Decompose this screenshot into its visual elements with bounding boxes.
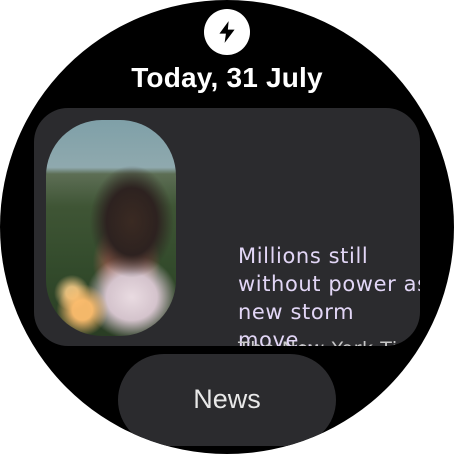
date-title: Today, 31 July: [131, 62, 323, 93]
news-button[interactable]: News: [118, 354, 336, 446]
news-card[interactable]: Millions still without power as new stor…: [34, 108, 420, 346]
watch-screen: Today, 31 July Millions still without po…: [0, 0, 454, 454]
app-icon[interactable]: [204, 9, 250, 55]
news-button-label: News: [193, 384, 261, 414]
lightning-bolt-icon: [219, 21, 235, 43]
article-source: The New York Ti...: [238, 336, 420, 346]
article-thumbnail: [46, 120, 176, 336]
article-headline: Millions still without power as new stor…: [238, 244, 420, 346]
